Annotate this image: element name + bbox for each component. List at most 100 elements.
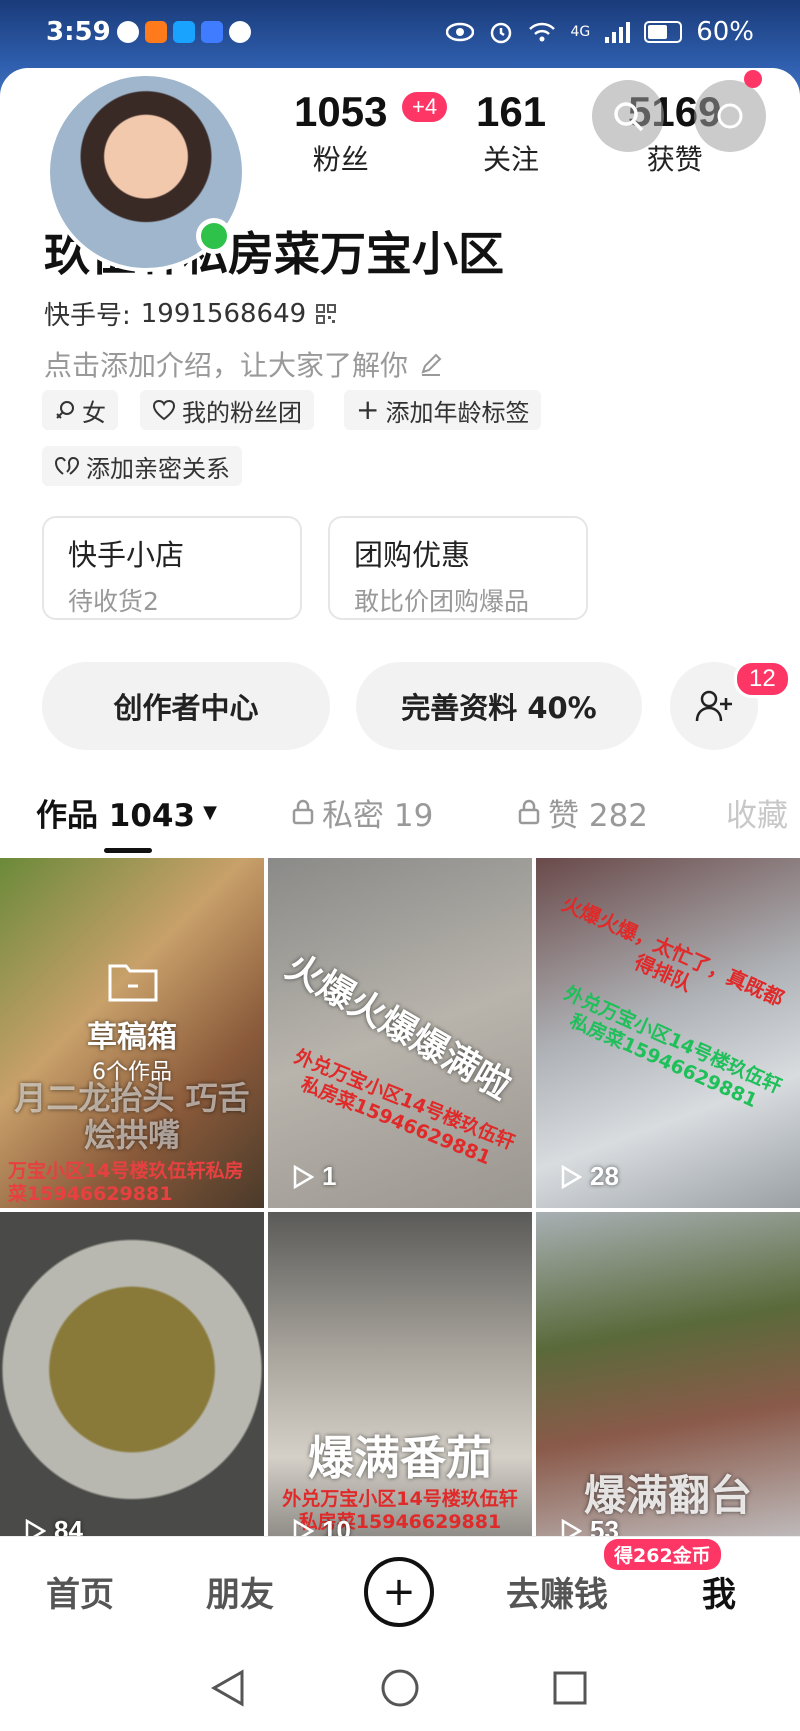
link-hearts-icon: [54, 456, 80, 475]
battery-percent: 60%: [696, 17, 754, 47]
menu-icon: [717, 103, 743, 129]
caret-down-icon: ▼: [203, 801, 217, 823]
edit-pencil-icon: [421, 353, 442, 376]
video-tile[interactable]: 84: [0, 1212, 264, 1562]
search-button[interactable]: [592, 80, 664, 152]
status-app-icons: [116, 21, 251, 43]
search-app-icon: [172, 21, 195, 43]
fan-club-chip-label: 我的粉丝团: [182, 398, 302, 427]
shop-card-subtitle: 待收货2: [68, 587, 159, 616]
complete-profile-button[interactable]: 完善资料 40%: [356, 662, 642, 750]
qr-code-icon[interactable]: [316, 303, 337, 324]
play-icon: [561, 1164, 582, 1189]
wechat-icon: [116, 21, 139, 43]
nav-earn[interactable]: 去赚钱: [506, 1567, 608, 1616]
video-tile[interactable]: 爆满番茄 外兑万宝小区14号楼玖伍轩私房菜15946629881 10: [268, 1212, 532, 1562]
video-caption: 爆满翻台: [583, 1471, 752, 1520]
video-tile[interactable]: 火爆火爆爆满啦 外兑万宝小区14号楼玖伍轩私房菜15946629881 1: [268, 858, 532, 1208]
bio-placeholder: 点击添加介绍，让大家了解你: [44, 349, 409, 382]
add-friend-icon: [695, 690, 732, 722]
nav-me[interactable]: 我: [702, 1567, 736, 1616]
add-age-tag-label: 添加年龄标签: [385, 398, 530, 427]
profile-sheet: 1053 粉丝 161 关注 5169 获赞 +4 玖伍轩私房菜万宝小区 快手号…: [0, 68, 800, 1731]
recents-square-icon[interactable]: [552, 1670, 588, 1706]
new-followers-badge: +4: [402, 92, 448, 122]
active-tab-indicator: [104, 848, 152, 853]
video-tile[interactable]: 火爆火爆，太忙了，真既都得排队 外兑万宝小区14号楼玖伍轩私房菜15946629…: [536, 858, 800, 1208]
add-relationship-chip[interactable]: 添加亲密关系: [42, 446, 242, 486]
play-icon: [293, 1164, 314, 1189]
kuaishou-id-label: 快手号:: [44, 301, 131, 331]
status-right-group: 4G 60%: [446, 17, 754, 47]
play-count: 1: [292, 1161, 336, 1192]
more-menu-button[interactable]: [694, 80, 766, 152]
add-age-tag-chip[interactable]: + 添加年龄标签: [344, 390, 542, 430]
works-grid: 草稿箱 6个作品 月二龙抬头 巧舌烩拱嘴 万宝小区14号楼玖伍轩私房菜15946…: [0, 858, 800, 1562]
folder-icon: [108, 964, 158, 1002]
bottom-navigation: 首页 朋友 + 去赚钱 得262金币 我: [0, 1536, 800, 1644]
play-count-value: 1: [322, 1161, 337, 1191]
drafts-title: 草稿箱: [87, 1020, 177, 1055]
play-count: 28: [560, 1161, 619, 1192]
kuaishou-id-row[interactable]: 快手号: 1991568649: [44, 295, 337, 332]
play-count-value: 28: [590, 1161, 619, 1191]
battery-icon: [644, 21, 683, 43]
nav-friends[interactable]: 朋友: [206, 1567, 274, 1616]
video-app-icon: [144, 21, 167, 43]
drafts-footer-text: 万宝小区14号楼玖伍轩私房菜15946629881: [8, 1160, 244, 1205]
add-relationship-label: 添加亲密关系: [86, 454, 230, 483]
content-tabs: 作品 1043 ▼ 私密 19 赞 282 收藏: [0, 786, 800, 856]
kuaishou-id-value: 1991568649: [140, 298, 307, 329]
group-buy-title: 团购优惠: [354, 538, 471, 572]
video-tile[interactable]: 爆满翻台 53: [536, 1212, 800, 1562]
following-stat[interactable]: 161 关注: [476, 88, 546, 178]
plus-icon: +: [382, 1569, 416, 1615]
tab-liked[interactable]: 赞 282: [518, 786, 648, 838]
create-post-button[interactable]: +: [364, 1557, 434, 1627]
female-icon: [56, 401, 74, 419]
tab-favorites-label: 收藏: [726, 797, 788, 834]
network-type: 4G: [570, 24, 591, 40]
lock-icon: [518, 799, 540, 825]
following-count: 161: [476, 88, 547, 135]
online-status-dot: [196, 218, 232, 254]
system-navigation-bar: [0, 1644, 800, 1731]
followers-stat[interactable]: 1053 粉丝: [294, 88, 387, 178]
drafts-overlay-text: 月二龙抬头 巧舌烩拱嘴: [14, 1079, 250, 1154]
tab-private[interactable]: 私密 19: [292, 786, 433, 838]
message-icon: [228, 21, 251, 43]
nav-home[interactable]: 首页: [46, 1567, 114, 1616]
creator-center-button[interactable]: 创作者中心: [42, 662, 330, 750]
kuaishou-shop-card[interactable]: 快手小店 待收货2: [42, 516, 302, 620]
friend-requests-badge: 12: [734, 660, 791, 698]
wifi-icon: [529, 22, 556, 42]
followers-count: 1053: [294, 88, 388, 135]
signal-icon: [605, 22, 631, 43]
tab-works[interactable]: 作品 1043 ▼: [36, 786, 217, 838]
gender-chip-label: 女: [82, 398, 106, 427]
drafts-tile[interactable]: 草稿箱 6个作品 月二龙抬头 巧舌烩拱嘴 万宝小区14号楼玖伍轩私房菜15946…: [0, 858, 264, 1208]
bio-row[interactable]: 点击添加介绍，让大家了解你: [44, 344, 444, 384]
gender-chip[interactable]: 女: [42, 390, 118, 430]
shop-card-title: 快手小店: [68, 538, 185, 572]
heart-icon: [152, 399, 176, 421]
tab-favorites[interactable]: 收藏: [726, 786, 788, 838]
group-buy-card[interactable]: 团购优惠 敢比价团购爆品: [328, 516, 588, 620]
earn-coins-badge: 得262金币: [604, 1539, 721, 1570]
tab-private-label: 私密 19: [322, 797, 434, 834]
browser-app-icon: [200, 21, 223, 43]
search-icon: [614, 102, 644, 132]
fan-club-chip[interactable]: 我的粉丝团: [140, 390, 314, 430]
status-bar: 3:59 4G 60%: [0, 0, 800, 64]
lock-icon: [292, 799, 314, 825]
tab-liked-label: 赞 282: [548, 797, 649, 834]
eye-icon: [446, 22, 475, 42]
followers-label: 粉丝: [312, 143, 369, 176]
back-triangle-icon[interactable]: [210, 1668, 246, 1708]
plus-icon: +: [356, 393, 380, 426]
home-circle-icon[interactable]: [380, 1668, 420, 1708]
alarm-icon: [491, 22, 512, 44]
tab-works-label: 作品 1043: [36, 797, 196, 834]
following-label: 关注: [483, 143, 540, 176]
group-buy-subtitle: 敢比价团购爆品: [354, 587, 530, 616]
